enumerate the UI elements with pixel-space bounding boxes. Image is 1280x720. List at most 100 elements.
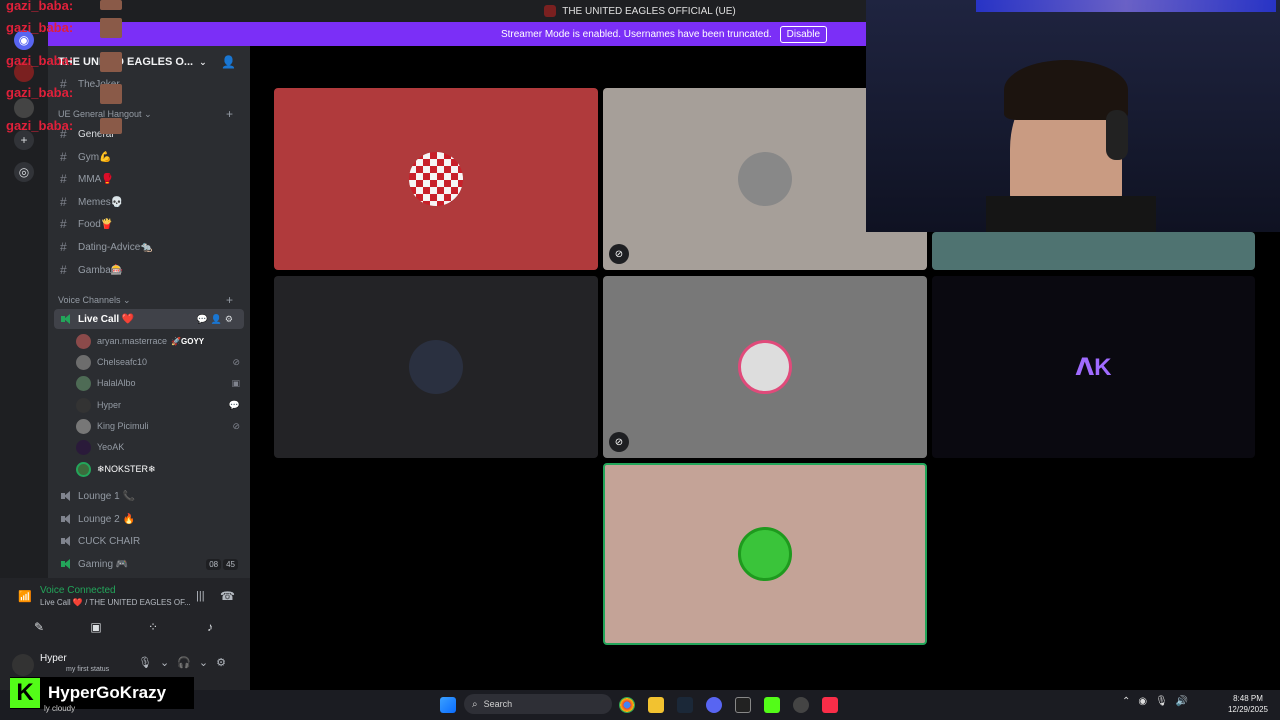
avatar xyxy=(738,152,792,206)
video-icon: ▣ xyxy=(231,377,240,388)
category-voice-channels[interactable]: Voice Channels ⌄ + xyxy=(58,293,233,307)
window-title: THE UNITED EAGLES OFFICIAL (UE) xyxy=(562,5,736,17)
activities-icon[interactable]: ⁘ xyxy=(128,616,178,638)
video-tile[interactable] xyxy=(274,276,598,458)
streamer-webcam xyxy=(866,0,1280,232)
stream-brand-overlay: K HyperGoKrazy xyxy=(10,677,194,709)
chat-emote xyxy=(100,84,122,104)
channel-thejoker[interactable]: # TheJoker xyxy=(54,74,244,94)
server-avatar-icon[interactable] xyxy=(14,98,34,118)
chrome-icon[interactable] xyxy=(619,697,635,713)
speaker-icon xyxy=(60,535,74,547)
kick-icon[interactable] xyxy=(764,697,780,713)
disable-button[interactable]: Disable xyxy=(779,25,828,43)
video-tile[interactable]: ᐱK xyxy=(932,276,1255,458)
app-icon[interactable] xyxy=(735,697,751,713)
chat-overlay-name: gazi_baba: xyxy=(6,85,74,100)
steam-icon[interactable] xyxy=(677,697,693,713)
avatar xyxy=(76,375,91,391)
server-name: THE UNITED EAGLES O... xyxy=(58,56,194,68)
channel-dating-advice[interactable]: # Dating-Advice🐀 xyxy=(54,237,244,257)
hash-icon: # xyxy=(60,217,67,231)
signal-icon[interactable]: 📶 xyxy=(18,590,32,603)
user-controls[interactable]: 🎙⌄🎧⌄⚙ xyxy=(138,656,234,669)
speaker-icon xyxy=(60,558,74,570)
hash-icon: # xyxy=(60,172,67,186)
voice-connection-panel: 📶 Voice Connected Live Call ❤️ / THE UNI… xyxy=(0,578,250,646)
voice-member[interactable]: Hyper 💬 xyxy=(76,395,240,415)
chat-overlay-name: gazi_baba: xyxy=(6,0,74,13)
deafened-icon: ⊘ xyxy=(609,244,629,264)
video-tile[interactable] xyxy=(932,232,1255,270)
start-icon[interactable] xyxy=(440,697,456,713)
chat-emote xyxy=(100,18,122,38)
channel-memes[interactable]: # Memes💀 xyxy=(54,192,244,212)
voice-channel-live-call[interactable]: Live Call ❤️ 💬👤⚙ xyxy=(54,309,244,329)
voice-channel-lounge-1[interactable]: Lounge 1 📞 xyxy=(54,486,244,506)
add-channel-icon[interactable]: + xyxy=(226,107,233,121)
voice-member[interactable]: ❄NOKSTER❄ xyxy=(76,459,240,479)
chat-emote xyxy=(100,52,122,72)
video-tile[interactable] xyxy=(274,88,598,270)
voice-channel-lounge-2[interactable]: Lounge 2 🔥 xyxy=(54,509,244,529)
avatar xyxy=(409,152,463,206)
chat-overlay-name: gazi_baba: xyxy=(6,20,74,35)
weather-text: ly cloudy xyxy=(44,704,76,713)
camera-off-icon[interactable]: ✎ xyxy=(14,616,64,638)
soundboard-icon[interactable]: ♪ xyxy=(185,616,235,638)
banner-text: Streamer Mode is enabled. Usernames have… xyxy=(500,28,772,40)
speaker-icon xyxy=(60,490,74,502)
avatar xyxy=(76,354,91,370)
discord-icon[interactable] xyxy=(706,697,722,713)
taskbar-search[interactable]: ⌕ Search xyxy=(464,694,612,714)
channel-gym[interactable]: # Gym💪 xyxy=(54,147,244,167)
avatar xyxy=(76,439,91,455)
chat-emote xyxy=(100,118,122,134)
avatar xyxy=(409,340,463,394)
led-light-strip xyxy=(976,0,1276,12)
video-tile[interactable]: ⊘ xyxy=(603,276,927,458)
hash-icon: # xyxy=(60,150,67,164)
channel-mma[interactable]: # MMA🥊 xyxy=(54,169,244,189)
chat-icon: 💬 xyxy=(228,399,240,410)
streamer-shirt xyxy=(986,196,1156,232)
search-icon: ⌕ xyxy=(472,698,478,710)
hash-icon: # xyxy=(60,195,67,209)
voice-member[interactable]: King Picimuli ⊘ xyxy=(76,416,240,436)
add-server-icon[interactable]: + xyxy=(14,130,34,150)
system-tray[interactable]: ⌃◉🎙🔊 xyxy=(1122,696,1196,707)
invite-people-icon[interactable]: 👤 xyxy=(221,55,236,69)
voice-member[interactable]: YeoAK xyxy=(76,437,240,457)
voice-member[interactable]: HalalAlbo ▣ xyxy=(76,373,240,393)
avatar xyxy=(76,333,91,349)
file-explorer-icon[interactable] xyxy=(648,697,664,713)
ak-logo-icon: ᐱK xyxy=(1075,353,1112,381)
speaker-icon xyxy=(60,513,74,525)
channel-general[interactable]: # General xyxy=(54,124,244,144)
avatar xyxy=(76,418,91,434)
muted-icon: ⊘ xyxy=(232,356,240,367)
noise-suppression-icon[interactable]: ||| xyxy=(196,590,205,602)
avatar[interactable] xyxy=(12,654,34,676)
add-channel-icon[interactable]: + xyxy=(226,293,233,307)
video-tile-speaking[interactable] xyxy=(603,463,927,645)
chevron-down-icon: ⌄ xyxy=(199,56,207,67)
voice-member[interactable]: aryan.masterrace 🚀GOYY xyxy=(76,331,240,351)
deafened-icon: ⊘ xyxy=(609,432,629,452)
obs-icon[interactable] xyxy=(793,697,809,713)
voice-channel-cuck-chair[interactable]: CUCK CHAIR xyxy=(54,531,244,551)
voice-member[interactable]: Chelseafc10 ⊘ xyxy=(76,352,240,372)
channel-tools[interactable]: 💬👤⚙ xyxy=(197,314,236,325)
music-icon[interactable] xyxy=(822,697,838,713)
discover-icon[interactable]: ◎ xyxy=(14,162,34,182)
avatar xyxy=(738,340,792,394)
channel-gamba[interactable]: # Gamba🎰 xyxy=(54,260,244,280)
speaker-icon xyxy=(60,313,74,325)
channel-food[interactable]: # Food🍟 xyxy=(54,214,244,234)
disconnect-icon[interactable]: ☎ xyxy=(220,589,235,603)
screen-share-icon[interactable]: ▣ xyxy=(71,616,121,638)
chat-overlay-name: gazi_baba: xyxy=(6,53,74,68)
taskbar-clock[interactable]: 8:48 PM 12/29/2025 xyxy=(1224,693,1272,715)
voice-channel-gaming[interactable]: Gaming 🎮 08 45 xyxy=(54,554,244,574)
hash-icon: # xyxy=(60,263,67,277)
